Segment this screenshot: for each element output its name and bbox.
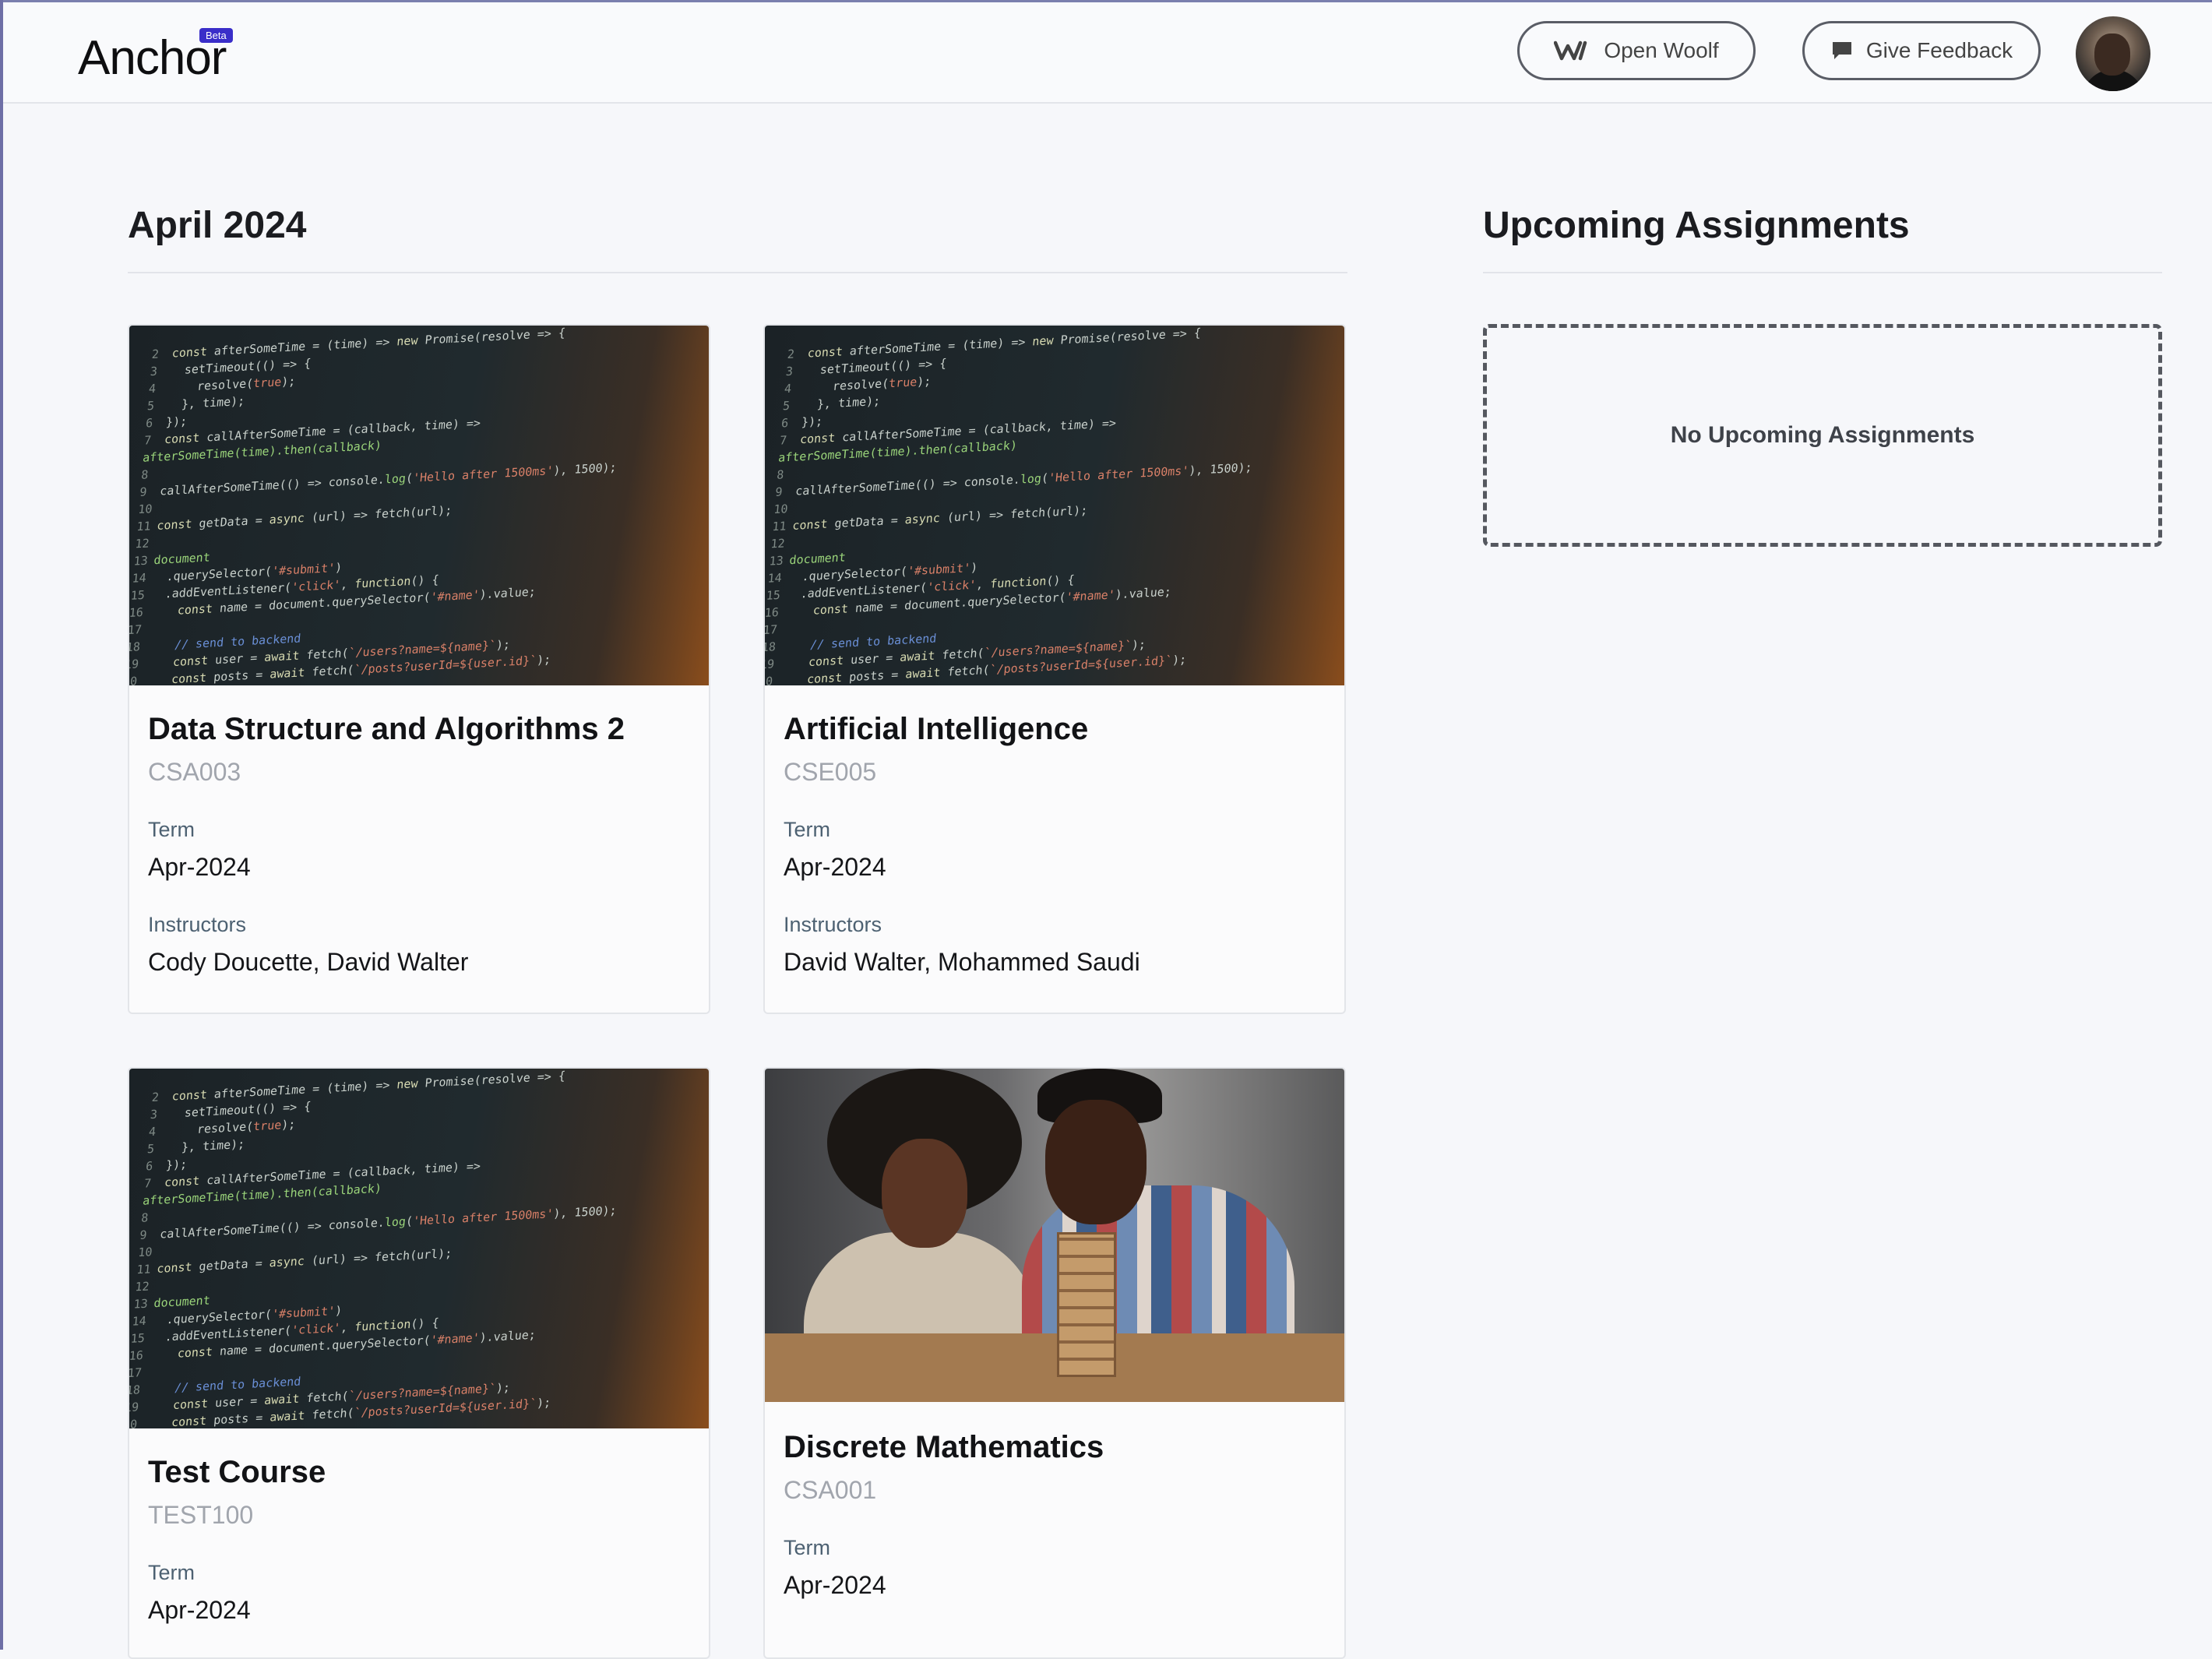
top-header: Anchor Beta Open Woolf Give Feedback [3,2,2212,104]
open-woolf-label: Open Woolf [1604,38,1719,62]
woolf-icon [1554,41,1587,61]
term-label: Term [784,818,830,841]
give-feedback-label: Give Feedback [1865,38,2013,62]
instructors-value: Cody Doucette, David Walter [148,948,469,976]
chat-bubble-icon [1832,42,1851,59]
upcoming-divider [1483,272,2162,273]
course-card[interactable]: Discrete Mathematics CSA001 Term Apr-202… [763,1067,1346,1659]
term-heading: April 2024 [128,205,307,246]
upcoming-assignments-heading: Upcoming Assignments [1483,205,1910,246]
upcoming-assignments-empty-state: No Upcoming Assignments [1483,324,2162,547]
empty-state-message: No Upcoming Assignments [1670,422,1975,448]
give-feedback-button[interactable]: Give Feedback [1802,21,2041,80]
instructors-value: David Walter, Mohammed Saudi [784,948,1140,976]
term-value: Apr-2024 [784,853,886,881]
course-cover-image [765,1069,1344,1402]
term-value: Apr-2024 [148,853,251,881]
instructors-label: Instructors [784,913,882,936]
window-left-border [0,0,3,1650]
course-code: CSA003 [148,758,241,786]
course-title[interactable]: Data Structure and Algorithms 2 [148,712,625,747]
course-card[interactable]: 2 const afterSomeTime = (time) => new Pro… [128,1067,710,1659]
course-card[interactable]: 2 const afterSomeTime = (time) => new Pro… [128,324,710,1014]
course-cover-image: 2 const afterSomeTime = (time) => new Pro… [765,326,1344,685]
course-cover-image: 2 const afterSomeTime = (time) => new Pro… [129,326,709,685]
term-label: Term [784,1536,830,1559]
beta-badge: Beta [199,28,233,43]
course-card[interactable]: 2 const afterSomeTime = (time) => new Pro… [763,324,1346,1014]
term-divider [128,272,1347,273]
app-logo[interactable]: Anchor Beta [78,28,233,86]
term-label: Term [148,1561,195,1584]
term-label: Term [148,818,195,841]
term-value: Apr-2024 [148,1596,251,1624]
course-code: CSA001 [784,1476,877,1504]
course-title[interactable]: Discrete Mathematics [784,1430,1104,1465]
open-woolf-button[interactable]: Open Woolf [1517,21,1756,80]
course-title[interactable]: Artificial Intelligence [784,712,1140,747]
course-code: TEST100 [148,1501,254,1529]
term-value: Apr-2024 [784,1571,886,1599]
course-code: CSE005 [784,758,877,786]
user-avatar[interactable] [2076,16,2150,91]
course-cover-image: 2 const afterSomeTime = (time) => new Pro… [129,1069,709,1428]
instructors-label: Instructors [148,913,247,936]
course-title[interactable]: Test Course [148,1455,326,1490]
